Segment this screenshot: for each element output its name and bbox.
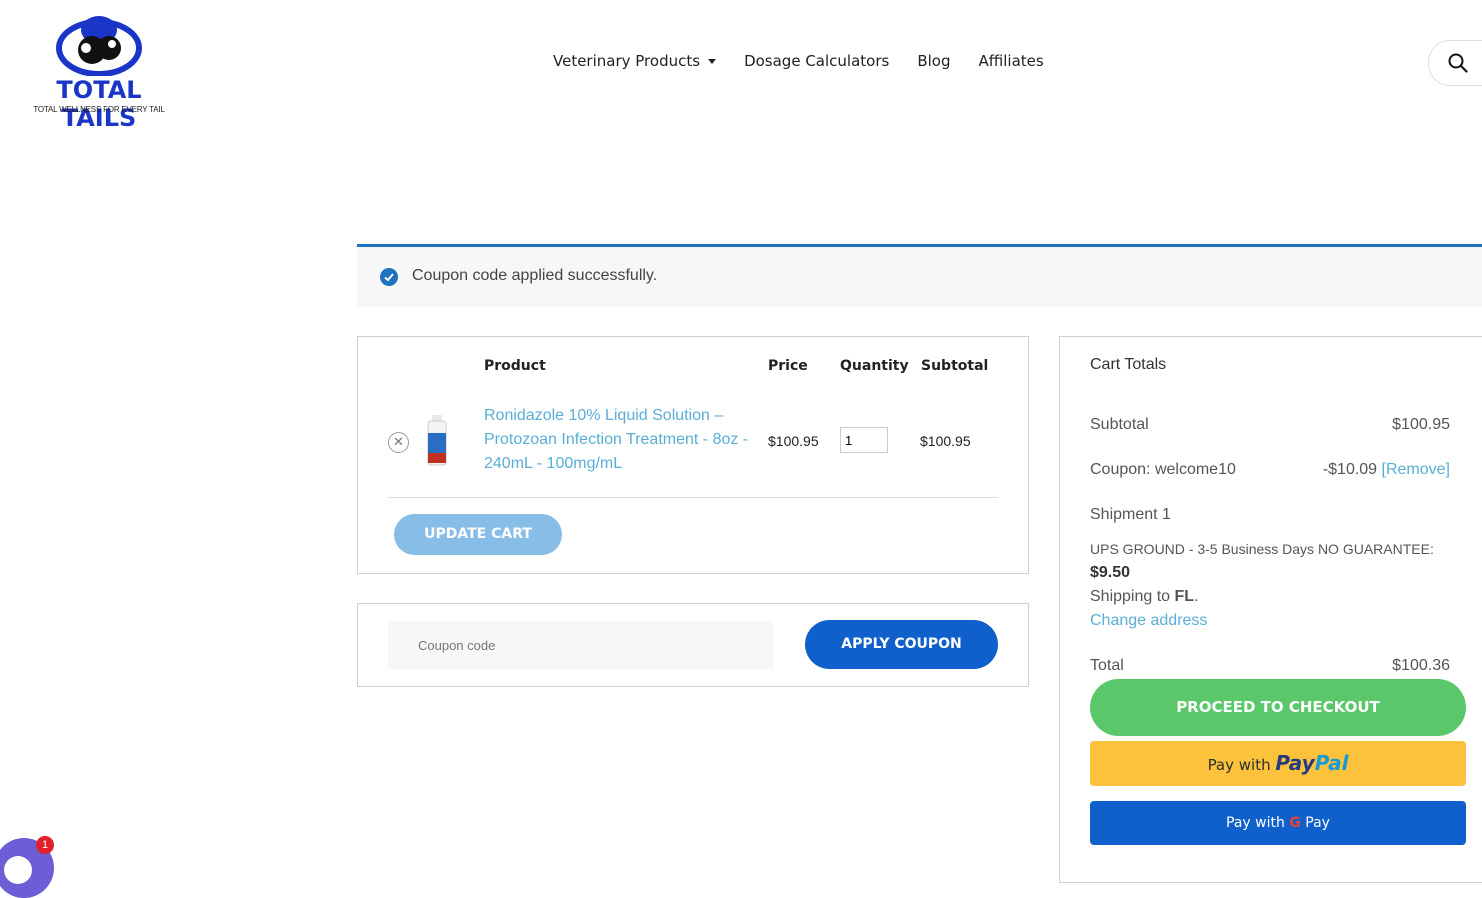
header-product: Product [484,358,546,374]
proceed-to-checkout-button[interactable]: PROCEED TO CHECKOUT [1090,679,1466,736]
coupon-value: -$10.09 [1322,461,1378,478]
nav-label: Dosage Calculators [744,52,890,70]
close-icon: ✕ [393,434,404,449]
gpay-prefix: Pay with [1226,815,1285,831]
check-circle-icon [380,268,398,286]
change-address-link[interactable]: Change address [1090,612,1207,630]
coupon-label: Coupon: welcome10 [1090,461,1236,478]
nav-label: Veterinary Products [553,52,701,70]
main-nav: Veterinary Products Dosage Calculators B… [553,52,1044,70]
total-value: $100.36 [1392,657,1450,674]
brand-tagline: TOTAL WELLNESS FOR EVERY TAIL [33,105,165,114]
cart-totals-title: Cart Totals [1090,356,1167,373]
nav-item-dosage-calculators[interactable]: Dosage Calculators [744,52,889,70]
total-label: Total [1090,657,1124,674]
product-name-link[interactable]: Ronidazole 10% Liquid Solution – Protozo… [484,404,754,476]
nav-item-blog[interactable]: Blog [917,52,950,70]
update-cart-button[interactable]: UPDATE CART [394,514,562,555]
header-quantity: Quantity [840,358,909,374]
subtotal-label: Subtotal [1090,416,1149,433]
cart-totals: Cart Totals Subtotal $100.95 Coupon: wel… [1059,336,1482,883]
google-pay-button[interactable]: Pay with G Pay [1090,801,1466,845]
product-thumbnail[interactable] [425,415,449,467]
gpay-pay: Pay [1305,815,1330,831]
remove-item-button[interactable]: ✕ [388,432,409,453]
subtotal-value: $100.95 [1392,416,1450,433]
quantity-input[interactable] [840,427,888,453]
nav-label: Affiliates [978,52,1044,70]
paypal-logo-icon: PayPal [1275,751,1348,775]
coupon-section: APPLY COUPON [357,603,1029,687]
shipping-to-prefix: Shipping to [1090,588,1171,605]
brand-name: TOTAL TAILS [56,76,142,132]
google-g-icon: G [1289,815,1301,831]
chat-notification-badge: 1 [36,836,54,854]
nav-item-veterinary-products[interactable]: Veterinary Products [553,52,717,70]
paypal-prefix: Pay with [1207,756,1271,774]
paypal-brand-pay: Pay [1275,751,1315,775]
cart-table: Product Price Quantity Subtotal ✕ Ronida… [357,336,1029,574]
apply-coupon-button[interactable]: APPLY COUPON [805,620,998,669]
coupon-discount: -$10.09 [Remove] [1323,461,1450,479]
nav-item-affiliates[interactable]: Affiliates [978,52,1043,70]
coupon-success-notice: Coupon code applied successfully. [357,244,1482,307]
product-subtotal: $100.95 [920,433,971,449]
chat-widget-button[interactable]: 1 [0,834,55,898]
header-subtotal: Subtotal [921,358,989,374]
paypal-button[interactable]: Pay with PayPal [1090,741,1466,786]
divider [388,497,998,498]
notice-message: Coupon code applied successfully. [412,267,658,284]
nav-label: Blog [917,52,951,70]
search-icon [1448,53,1468,73]
shipping-method: UPS GROUND - 3-5 Business Days NO GUARAN… [1090,541,1434,557]
caret-down-icon [708,58,717,64]
shipping-to-state: FL [1174,588,1195,605]
remove-coupon-link[interactable]: [Remove] [1382,461,1450,478]
pets-logo-icon [56,16,142,76]
site-logo[interactable]: TOTAL TAILS TOTAL WELLNESS FOR EVERY TAI… [24,10,174,132]
shipping-destination: Shipping to FL. [1090,588,1199,605]
product-price: $100.95 [768,433,819,449]
paypal-brand-pal: Pal [1314,751,1349,775]
coupon-code-input[interactable] [388,621,773,669]
header-price: Price [768,358,808,374]
search-button[interactable] [1428,40,1482,86]
shipment-label: Shipment 1 [1090,506,1171,523]
shipping-cost: $9.50 [1090,564,1131,581]
